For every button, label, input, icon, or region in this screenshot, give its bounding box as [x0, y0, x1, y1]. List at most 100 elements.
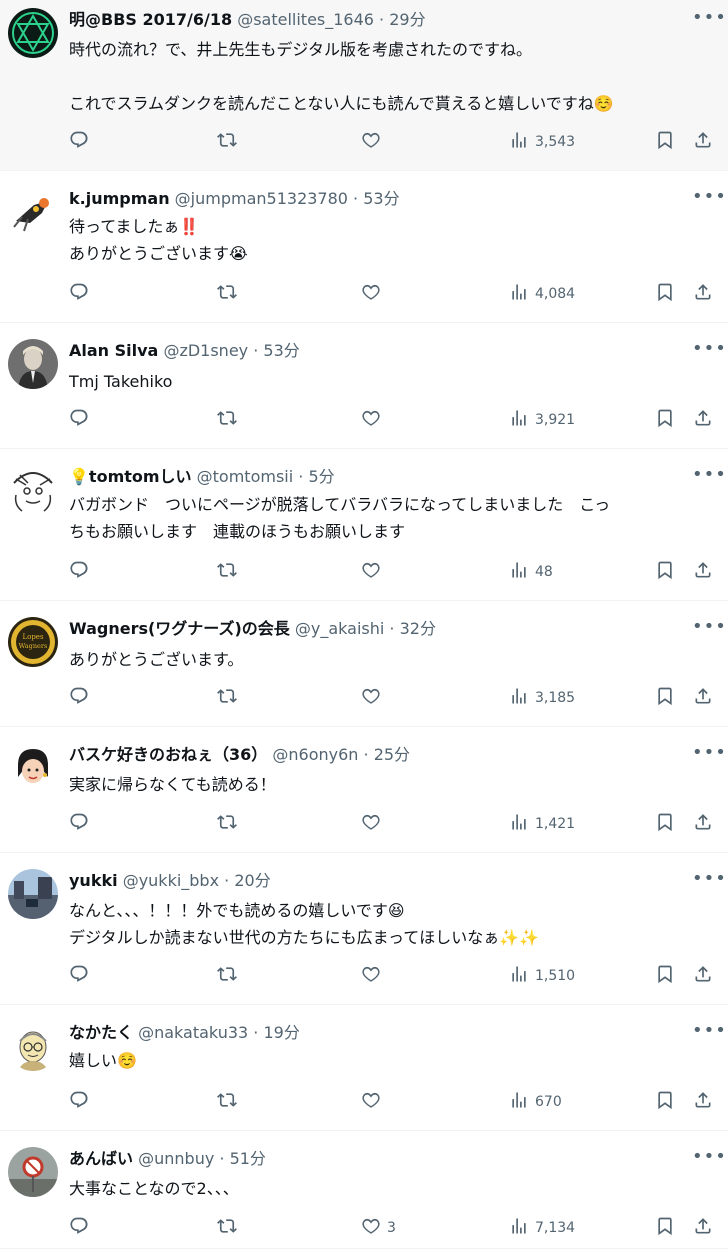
user-handle[interactable]: @n6ony6n [272, 745, 358, 764]
more-options-icon[interactable]: ••• [692, 9, 726, 32]
display-name[interactable]: Wagners(ワグナーズ)の会長 [69, 619, 290, 638]
reply-tweet[interactable]: 💡tomtomしい @tomtomsii · 5分 ••• バガボンド ついにペー… [0, 449, 728, 601]
retweet-button[interactable] [217, 1218, 237, 1238]
display-name[interactable]: バスケ好きのおねぇ（36） [69, 745, 267, 764]
retweet-button[interactable] [217, 284, 237, 304]
user-handle[interactable]: @yukki_bbx [123, 871, 219, 890]
timestamp[interactable]: 29分 [389, 10, 425, 29]
reply-tweet[interactable]: 明@BBS 2017/6/18 @satellites_1646 · 29分 •… [0, 0, 728, 171]
like-button[interactable] [361, 688, 387, 708]
like-button[interactable] [361, 284, 387, 304]
display-name[interactable]: Alan Silva [69, 341, 158, 360]
share-button[interactable] [693, 284, 713, 304]
like-button[interactable] [361, 562, 387, 582]
reply-tweet[interactable]: Lopes Wagners Wagners(ワグナーズ)の会長 @y_akaish… [0, 601, 728, 727]
retweet-button[interactable] [217, 562, 237, 582]
views-button[interactable]: 3,921 [509, 410, 575, 430]
user-handle[interactable]: @nakataku33 [138, 1023, 248, 1042]
reply-tweet[interactable]: k.jumpman @jumpman51323780 · 53分 ••• 待ってま… [0, 171, 728, 323]
like-button[interactable] [361, 814, 387, 834]
reply-button[interactable] [69, 283, 89, 304]
display-name[interactable]: 💡tomtomしい [69, 467, 192, 486]
retweet-button[interactable] [217, 688, 237, 708]
bookmark-button[interactable] [655, 283, 675, 304]
timestamp[interactable]: 25分 [374, 745, 410, 764]
display-name[interactable]: あんばい [69, 1149, 133, 1168]
reply-button[interactable] [69, 965, 89, 986]
share-button[interactable] [693, 410, 713, 430]
more-options-icon[interactable]: ••• [692, 1022, 726, 1045]
share-button[interactable] [693, 562, 713, 582]
bookmark-button[interactable] [655, 1217, 675, 1238]
views-button[interactable]: 670 [509, 1092, 562, 1112]
retweet-button[interactable] [217, 132, 237, 152]
more-options-icon[interactable]: ••• [692, 466, 726, 489]
user-handle[interactable]: @tomtomsii [197, 467, 294, 486]
more-options-icon[interactable]: ••• [692, 188, 726, 211]
sketch-face-avatar[interactable] [8, 465, 58, 515]
bird-avatar[interactable] [8, 187, 58, 237]
display-name[interactable]: yukki [69, 871, 118, 890]
share-button[interactable] [693, 1218, 713, 1238]
like-button[interactable] [361, 966, 387, 986]
wagners-logo-avatar[interactable]: Lopes Wagners [8, 617, 58, 667]
share-button[interactable] [693, 966, 713, 986]
user-handle[interactable]: @unnbuy [138, 1149, 214, 1168]
user-handle[interactable]: @satellites_1646 [237, 10, 374, 29]
share-button[interactable] [693, 132, 713, 152]
timestamp[interactable]: 19分 [263, 1023, 299, 1042]
user-handle[interactable]: @zD1sney [163, 341, 248, 360]
hexagram-avatar[interactable] [8, 8, 58, 58]
timestamp[interactable]: 53分 [263, 341, 299, 360]
retweet-button[interactable] [217, 1092, 237, 1112]
reply-button[interactable] [69, 687, 89, 708]
like-button[interactable] [361, 132, 387, 152]
bookmark-button[interactable] [655, 561, 675, 582]
retweet-button[interactable] [217, 814, 237, 834]
more-options-icon[interactable]: ••• [692, 340, 726, 363]
reply-button[interactable] [69, 1217, 89, 1238]
user-handle[interactable]: @y_akaishi [295, 619, 384, 638]
reply-tweet[interactable]: yukki @yukki_bbx · 20分 ••• なんと、、、！！！外でも読め… [0, 853, 728, 1005]
display-name[interactable]: k.jumpman [69, 189, 170, 208]
timestamp[interactable]: 20分 [234, 871, 270, 890]
timestamp[interactable]: 32分 [400, 619, 436, 638]
views-button[interactable]: 7,134 [509, 1218, 575, 1238]
reply-tweet[interactable]: あんばい @unnbuy · 51分 ••• 大事なことなので2、、、 3 7,1… [0, 1131, 728, 1249]
timestamp[interactable]: 53分 [363, 189, 399, 208]
views-button[interactable]: 1,510 [509, 966, 575, 986]
like-button[interactable]: 3 [361, 1218, 396, 1238]
more-options-icon[interactable]: ••• [692, 1148, 726, 1171]
bookmark-button[interactable] [655, 131, 675, 152]
share-button[interactable] [693, 814, 713, 834]
share-button[interactable] [693, 1092, 713, 1112]
glasses-man-avatar[interactable] [8, 1021, 58, 1071]
portrait-avatar[interactable] [8, 339, 58, 389]
reply-tweet[interactable]: なかたく @nakataku33 · 19分 ••• 嬉しい☺️ 670 [0, 1005, 728, 1131]
bookmark-button[interactable] [655, 409, 675, 430]
like-button[interactable] [361, 1092, 387, 1112]
reply-tweet[interactable]: Alan Silva @zD1sney · 53分 ••• Tmj Takehik… [0, 323, 728, 449]
reply-tweet[interactable]: バスケ好きのおねぇ（36） @n6ony6n · 25分 ••• 実家に帰らなくて… [0, 727, 728, 853]
bookmark-button[interactable] [655, 1091, 675, 1112]
reply-button[interactable] [69, 131, 89, 152]
views-button[interactable]: 48 [509, 562, 553, 582]
retweet-button[interactable] [217, 410, 237, 430]
views-button[interactable]: 3,543 [509, 132, 575, 152]
bookmark-button[interactable] [655, 965, 675, 986]
user-handle[interactable]: @jumpman51323780 [175, 189, 348, 208]
share-button[interactable] [693, 688, 713, 708]
more-options-icon[interactable]: ••• [692, 618, 726, 641]
views-button[interactable]: 3,185 [509, 688, 575, 708]
reply-button[interactable] [69, 813, 89, 834]
reply-button[interactable] [69, 409, 89, 430]
reply-button[interactable] [69, 1091, 89, 1112]
timestamp[interactable]: 5分 [308, 467, 334, 486]
display-name[interactable]: なかたく [69, 1023, 133, 1042]
views-button[interactable]: 4,084 [509, 284, 575, 304]
more-options-icon[interactable]: ••• [692, 744, 726, 767]
retweet-button[interactable] [217, 966, 237, 986]
like-button[interactable] [361, 410, 387, 430]
timestamp[interactable]: 51分 [230, 1149, 266, 1168]
bookmark-button[interactable] [655, 687, 675, 708]
